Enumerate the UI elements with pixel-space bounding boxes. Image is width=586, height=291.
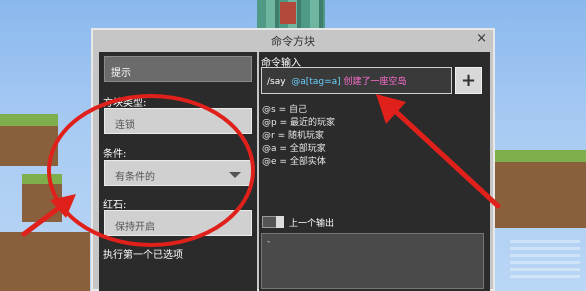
list-item: @p = 最近的玩家	[262, 115, 335, 128]
previous-output-text: -	[267, 237, 271, 247]
list-item: @e = 全部实体	[262, 154, 335, 167]
selector-desc: = 随机玩家	[277, 131, 324, 141]
close-icon[interactable]: ×	[476, 32, 487, 46]
selector-key: @p	[262, 118, 277, 128]
dirt-block	[495, 162, 586, 228]
selector-desc: = 全部玩家	[279, 144, 326, 154]
selector-key: @s	[262, 105, 276, 115]
command-message: 创建了一座空岛	[343, 77, 407, 87]
previous-output-box: -	[261, 233, 484, 289]
hint-field[interactable]: 提示	[104, 56, 252, 82]
selector-desc: = 最近的玩家	[279, 118, 335, 128]
selector-help-list: @s = 自己 @p = 最近的玩家 @r = 随机玩家 @a = 全部玩家 @…	[262, 102, 335, 167]
dirt-block	[0, 232, 90, 291]
dialog-title: 命令方块	[271, 35, 315, 48]
command-input[interactable]: /say @a[tag=a] 创建了一座空岛	[261, 67, 452, 94]
selector-desc: = 全部实体	[279, 157, 326, 167]
hint-label: 提示	[111, 68, 131, 79]
selector-desc: = 自己	[278, 105, 307, 115]
execute-first-label: 执行第一个已选项	[103, 250, 183, 261]
background-tower-detail	[280, 2, 296, 24]
list-item: @a = 全部玩家	[262, 141, 335, 154]
command-text: /say @a[tag=a] 创建了一座空岛	[267, 74, 407, 87]
list-item: @s = 自己	[262, 102, 335, 115]
selector-key: @r	[262, 131, 275, 141]
annotation-arrow-left	[21, 194, 76, 237]
selector-key: @e	[262, 157, 277, 167]
game-background: 命令方块 × 提示 方块类型: 连锁 条件: 有条件的 红石: 保持开启 执行第…	[0, 0, 586, 291]
selector-key: @a	[262, 144, 277, 154]
watermark	[510, 238, 580, 278]
list-item: @r = 随机玩家	[262, 128, 335, 141]
command-selector: @a[tag=a]	[291, 77, 341, 87]
add-command-button[interactable]: +	[455, 67, 482, 94]
command-keyword: /say	[267, 77, 286, 87]
title-bar: 命令方块 ×	[93, 30, 493, 50]
previous-output-label: 上一个输出	[289, 219, 335, 229]
grass-block	[0, 114, 58, 126]
toggle-knob	[276, 216, 284, 228]
annotation-arrow-right	[376, 94, 501, 209]
previous-output-toggle[interactable]	[262, 216, 284, 228]
grass-block	[495, 150, 586, 162]
